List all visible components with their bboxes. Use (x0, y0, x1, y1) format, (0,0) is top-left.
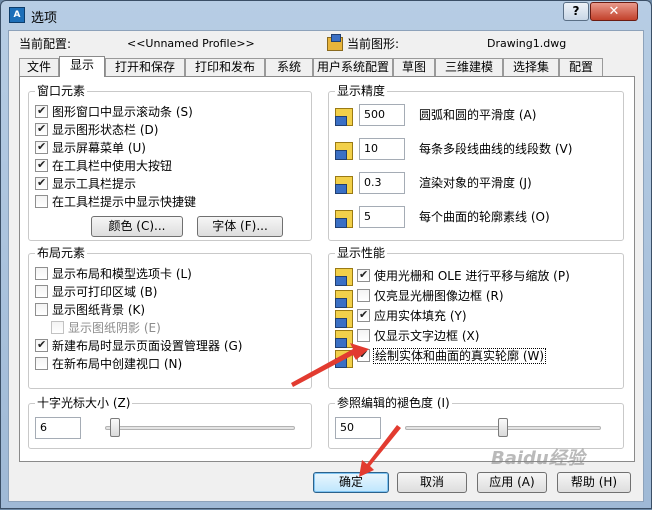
check-raster-ole-pan-zoom[interactable]: 使用光栅和 OLE 进行平移与缩放 (P) (357, 267, 570, 284)
help-button[interactable]: 帮助 (H) (557, 472, 631, 493)
performance-icon (335, 330, 353, 348)
arc-smoothness-label: 圆弧和圆的平滑度 (A) (419, 108, 537, 122)
current-profile-value: <<Unnamed Profile>> (127, 37, 255, 50)
check-show-scrollbars[interactable]: 图形窗口中显示滚动条 (S) (35, 103, 193, 120)
window-title: 选项 (31, 11, 58, 26)
tab-3d-modeling[interactable]: 三维建模 (435, 58, 503, 76)
contour-lines-label: 每个曲面的轮廓素线 (O) (419, 210, 550, 224)
tab-selection[interactable]: 选择集 (503, 58, 559, 76)
performance-icon (335, 310, 353, 328)
checkbox[interactable] (35, 285, 48, 298)
polyline-segments-input[interactable]: 10 (359, 138, 405, 160)
checkbox[interactable] (357, 329, 370, 342)
checkbox[interactable] (35, 103, 48, 119)
display-performance-group: 显示性能 使用光栅和 OLE 进行平移与缩放 (P) 仅亮显光栅图像边框 (R)… (328, 246, 624, 389)
check-layout-model-tabs[interactable]: 显示布局和模型选项卡 (L) (35, 266, 192, 282)
tab-files[interactable]: 文件 (19, 58, 59, 76)
crosshair-size-input[interactable]: 6 (35, 417, 81, 439)
contour-lines-input[interactable]: 5 (359, 206, 405, 228)
check-show-screen-menu[interactable]: 显示屏幕菜单 (U) (35, 139, 146, 156)
tab-display[interactable]: 显示 (59, 56, 105, 77)
resolution-icon (335, 176, 353, 194)
xref-fade-input[interactable]: 50 (335, 417, 381, 439)
tab-plot-publish[interactable]: 打印和发布 (185, 58, 265, 76)
current-drawing-value: Drawing1.dwg (487, 37, 567, 50)
crosshair-size-slider[interactable] (105, 426, 295, 430)
render-smoothness-input[interactable]: 0.3 (359, 172, 405, 194)
check-raster-frame-only[interactable]: 仅亮显光栅图像边框 (R) (357, 288, 504, 304)
watermark: Baidu经验 (491, 448, 585, 469)
xref-fade-group: 参照编辑的褪色度 (I) 50 (328, 396, 624, 449)
ok-button[interactable]: 确定 (313, 472, 389, 493)
current-profile-label: 当前配置: (19, 37, 72, 51)
tab-drafting[interactable]: 草图 (393, 58, 435, 76)
performance-icon (335, 350, 353, 368)
checkbox[interactable] (35, 195, 48, 208)
crosshair-size-title: 十字光标大小 (Z) (35, 396, 133, 410)
resolution-icon (335, 142, 353, 160)
checkbox[interactable] (357, 347, 370, 363)
checkbox[interactable] (35, 175, 48, 191)
xref-fade-slider-thumb[interactable] (498, 418, 508, 437)
title-bar[interactable]: A 选项 ? ✕ (1, 1, 651, 29)
current-drawing-label: 当前图形: (347, 37, 400, 51)
checkbox[interactable] (35, 121, 48, 137)
checkbox[interactable] (35, 337, 48, 353)
tab-profiles[interactable]: 配置 (559, 58, 603, 76)
check-true-silhouettes[interactable]: 绘制实体和曲面的真实轮廓 (W) (357, 347, 547, 364)
check-solid-fill[interactable]: 应用实体填充 (Y) (357, 307, 467, 324)
resolution-icon (335, 108, 353, 126)
check-page-setup-manager[interactable]: 新建布局时显示页面设置管理器 (G) (35, 337, 242, 354)
tab-open-save[interactable]: 打开和保存 (105, 58, 185, 76)
check-create-viewport[interactable]: 在新布局中创建视口 (N) (35, 356, 182, 372)
resolution-icon (335, 210, 353, 228)
checkbox[interactable] (35, 139, 48, 155)
crosshair-size-group: 十字光标大小 (Z) 6 (28, 396, 312, 449)
checkbox[interactable] (35, 267, 48, 280)
check-tooltip-shortcuts[interactable]: 在工具栏提示中显示快捷键 (35, 194, 196, 210)
check-text-frame-only[interactable]: 仅显示文字边框 (X) (357, 328, 479, 344)
arc-smoothness-input[interactable]: 500 (359, 104, 405, 126)
tab-system[interactable]: 系统 (265, 58, 313, 76)
render-smoothness-label: 渲染对象的平滑度 (J) (419, 176, 532, 190)
display-performance-title: 显示性能 (335, 246, 388, 260)
xref-fade-title: 参照编辑的褪色度 (I) (335, 396, 452, 410)
window-elements-title: 窗口元素 (35, 84, 88, 98)
checkbox[interactable] (357, 267, 370, 283)
help-title-button[interactable]: ? (563, 2, 589, 21)
checkbox[interactable] (35, 157, 48, 173)
apply-button[interactable]: 应用 (A) (477, 472, 547, 493)
layout-elements-group: 布局元素 显示布局和模型选项卡 (L) 显示可打印区域 (B) 显示图纸背景 (… (28, 246, 312, 389)
performance-icon (335, 290, 353, 308)
cancel-button[interactable]: 取消 (397, 472, 467, 493)
check-show-tooltips[interactable]: 显示工具栏提示 (35, 175, 136, 192)
dialog-body: 当前配置: <<Unnamed Profile>> 当前图形: Drawing1… (8, 30, 644, 502)
checkbox (51, 321, 64, 334)
polyline-segments-label: 每条多段线曲线的线段数 (V) (419, 142, 573, 156)
performance-icon (335, 268, 353, 286)
check-large-buttons[interactable]: 在工具栏中使用大按钮 (35, 157, 172, 174)
options-dialog: A 选项 ? ✕ 当前配置: <<Unnamed Profile>> 当前图形:… (0, 0, 652, 509)
crosshair-slider-thumb[interactable] (110, 418, 121, 437)
check-paper-shadow: 显示图纸阴影 (E) (51, 320, 161, 336)
window-elements-group: 窗口元素 图形窗口中显示滚动条 (S) 显示图形状态栏 (D) 显示屏幕菜单 (… (28, 84, 312, 241)
fonts-button[interactable]: 字体 (F)... (197, 216, 283, 237)
autocad-icon: A (9, 7, 25, 23)
display-resolution-group: 显示精度 500 圆弧和圆的平滑度 (A) 10 每条多段线曲线的线段数 (V)… (328, 84, 624, 241)
check-printable-area[interactable]: 显示可打印区域 (B) (35, 284, 157, 300)
display-resolution-title: 显示精度 (335, 84, 388, 98)
layout-elements-title: 布局元素 (35, 246, 88, 260)
tab-user-preferences[interactable]: 用户系统配置 (313, 58, 393, 76)
checkbox[interactable] (35, 357, 48, 370)
check-show-status-bar[interactable]: 显示图形状态栏 (D) (35, 121, 158, 138)
check-paper-background[interactable]: 显示图纸背景 (K) (35, 302, 145, 318)
checkbox[interactable] (357, 307, 370, 323)
checkbox[interactable] (35, 303, 48, 316)
colors-button[interactable]: 颜色 (C)... (91, 216, 183, 237)
checkbox[interactable] (357, 289, 370, 302)
close-button[interactable]: ✕ (590, 2, 638, 21)
display-tab-panel: 窗口元素 图形窗口中显示滚动条 (S) 显示图形状态栏 (D) 显示屏幕菜单 (… (19, 76, 635, 462)
drawing-icon (327, 34, 343, 51)
